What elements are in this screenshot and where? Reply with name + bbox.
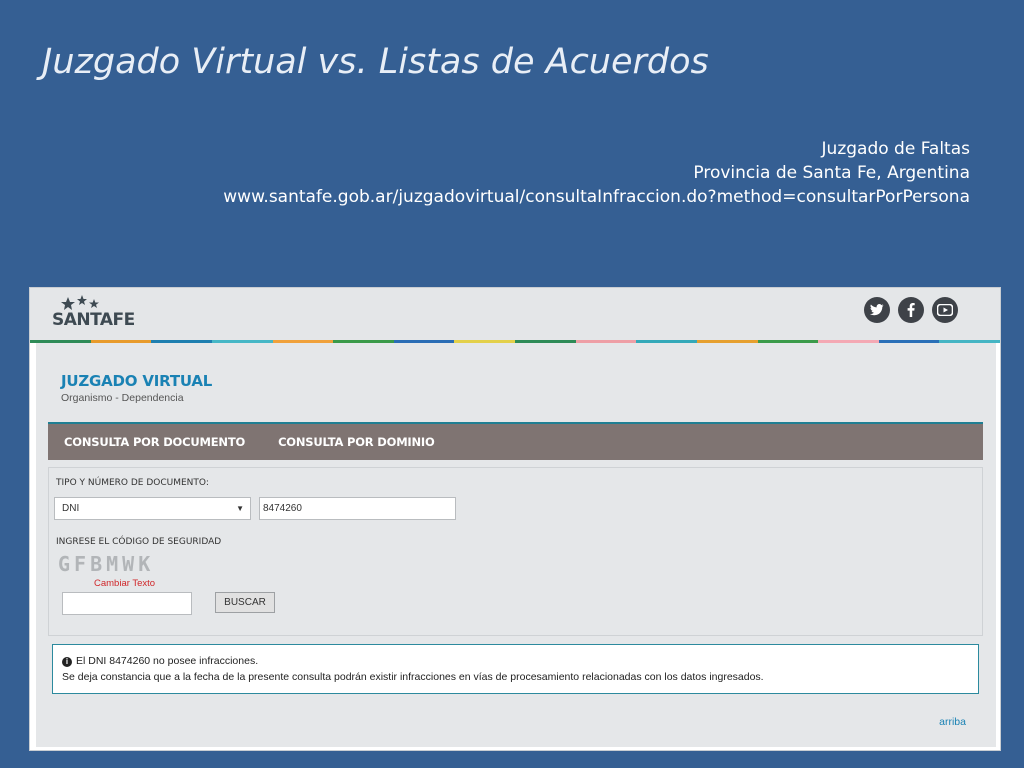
security-code-label: INGRESE EL CÓDIGO DE SEGURIDAD [56,537,222,547]
stars-icon [61,295,99,310]
caption-line-2: Provincia de Santa Fe, Argentina [693,163,970,183]
main-content: JUZGADO VIRTUAL Organismo - Dependencia … [36,343,996,747]
santafe-logo[interactable]: SANTAFE [52,310,135,330]
tab-consulta-documento[interactable]: CONSULTA POR DOCUMENTO [64,435,245,449]
caption-line-3: www.santafe.gob.ar/juzgadovirtual/consul… [223,187,970,207]
chevron-down-icon: ▼ [236,504,244,513]
back-to-top-link[interactable]: arriba [939,716,966,728]
search-button[interactable]: BUSCAR [215,592,275,613]
document-type-value: DNI [62,503,80,514]
site-header: SANTAFE [30,288,1000,340]
result-line-2: Se deja constancia que a la fecha de la … [62,671,764,683]
document-label: TIPO Y NÚMERO DE DOCUMENTO: [56,478,209,488]
facebook-icon[interactable] [898,297,924,323]
slide-title: Juzgado Virtual vs. Listas de Acuerdos [42,42,709,82]
captcha-image: GFBMWK [58,552,155,576]
slide-caption: Juzgado de Faltas Provincia de Santa Fe,… [223,137,970,209]
social-icons [864,297,958,323]
page-title: JUZGADO VIRTUAL [61,372,213,390]
youtube-icon[interactable] [932,297,958,323]
result-line-1-text: El DNI 8474260 no posee infracciones. [76,655,259,667]
result-line-1: i El DNI 8474260 no posee infracciones. [62,653,969,669]
document-number-input[interactable]: 8474260 [259,497,456,520]
tab-bar: CONSULTA POR DOCUMENTO CONSULTA POR DOMI… [48,422,983,460]
info-icon: i [62,657,72,667]
caption-line-1: Juzgado de Faltas [821,139,970,159]
twitter-icon[interactable] [864,297,890,323]
change-captcha-link[interactable]: Cambiar Texto [94,578,155,589]
security-code-input[interactable] [62,592,192,615]
document-type-select[interactable]: DNI ▼ [54,497,251,520]
website-screenshot: SANTAFE JUZGADO VIRTUAL Organismo - Depe… [29,287,1001,751]
page-subtitle: Organismo - Dependencia [61,392,184,404]
tab-consulta-dominio[interactable]: CONSULTA POR DOMINIO [278,435,435,449]
search-form: TIPO Y NÚMERO DE DOCUMENTO: DNI ▼ 847426… [48,467,983,636]
result-message: i El DNI 8474260 no posee infracciones. S… [52,644,979,694]
